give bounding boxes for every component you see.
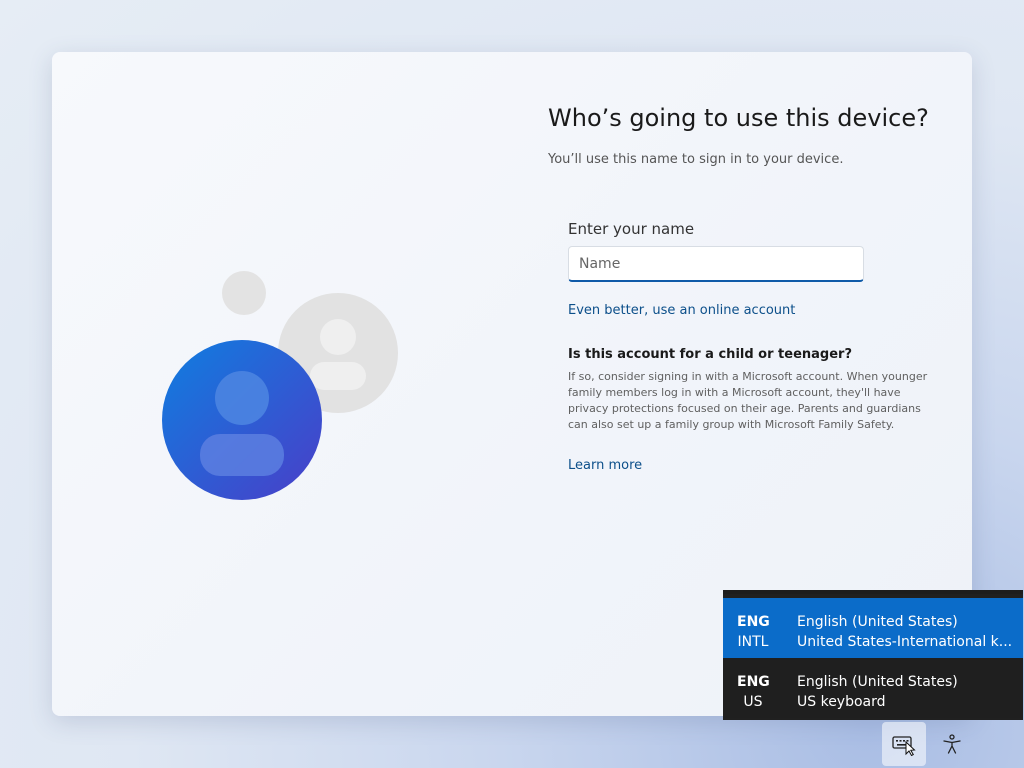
mouse-cursor-icon — [905, 740, 916, 756]
keyboard-layout: United States-International k... — [797, 634, 1013, 650]
name-input[interactable] — [568, 246, 864, 282]
online-account-link[interactable]: Even better, use an online account — [568, 303, 795, 318]
blue-person-icon — [162, 340, 322, 500]
accessibility-icon — [943, 734, 961, 754]
child-account-heading: Is this account for a child or teenager? — [568, 347, 853, 362]
accessibility-button[interactable] — [930, 722, 974, 766]
input-language-popup: ENG INTL English (United States) United … — [723, 590, 1023, 720]
language-variant: INTL — [737, 634, 769, 650]
learn-more-link[interactable]: Learn more — [568, 458, 642, 473]
language-option-eng-us[interactable]: ENG US English (United States) US keyboa… — [723, 658, 1023, 718]
keyboard-icon — [892, 736, 916, 756]
page-subtitle: You’ll use this name to sign in to your … — [548, 152, 844, 167]
small-gray-circle — [222, 271, 266, 315]
language-code: ENG — [737, 614, 770, 630]
language-name: English (United States) — [797, 674, 958, 690]
language-option-eng-intl[interactable]: ENG INTL English (United States) United … — [723, 598, 1023, 658]
language-name: English (United States) — [797, 614, 958, 630]
name-field-label: Enter your name — [568, 220, 695, 238]
page-title: Who’s going to use this device? — [548, 104, 929, 132]
language-code: ENG — [737, 674, 770, 690]
input-language-button[interactable] — [882, 722, 926, 766]
keyboard-layout: US keyboard — [797, 694, 886, 710]
child-account-description: If so, consider signing in with a Micros… — [568, 370, 928, 431]
language-variant: US — [743, 694, 763, 710]
